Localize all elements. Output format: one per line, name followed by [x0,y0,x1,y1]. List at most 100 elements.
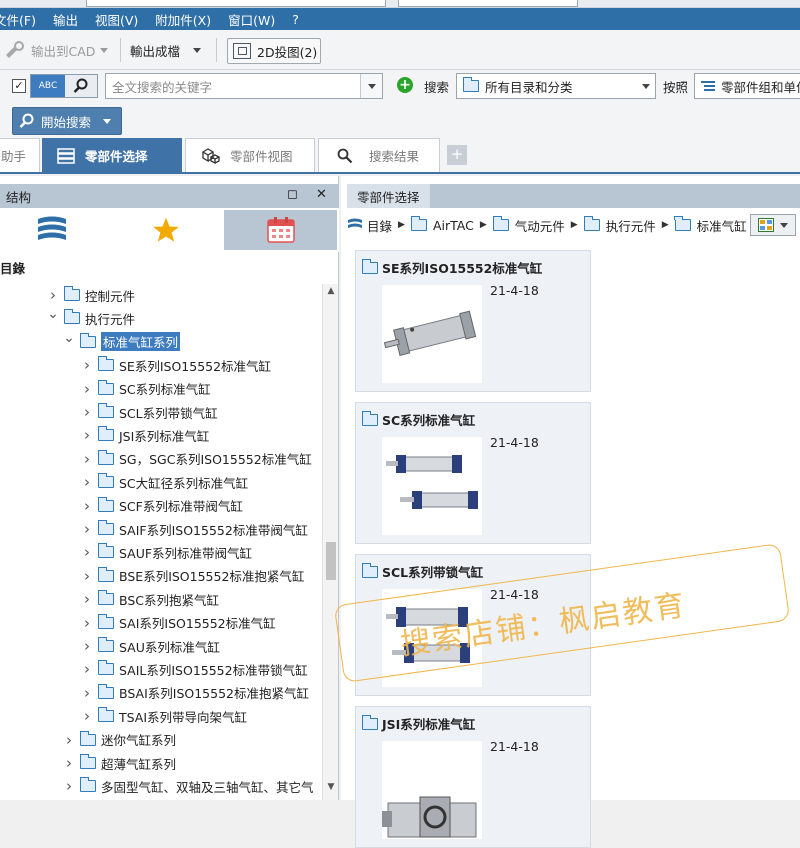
menu-output[interactable]: 输出 [45,10,87,29]
part-card[interactable]: SE系列ISO15552标准气缸 21-4-18 [355,250,591,392]
history-view-button[interactable] [224,210,337,250]
add-search-term-icon[interactable]: + [397,77,413,93]
breadcrumb-separator-icon: ▶ [570,220,578,230]
chevron-right-icon[interactable]: › [80,450,94,468]
tree-item[interactable]: › BSAI系列ISO15552标准抱紧气缸 [80,682,309,704]
chevron-right-icon[interactable]: › [80,497,94,515]
chevron-right-icon[interactable]: › [80,426,94,444]
tree-item[interactable]: › SC大缸径系列标准气缸 [80,471,248,493]
start-search-button[interactable]: 開始搜索 [12,107,122,135]
tree-item[interactable]: › SC系列标准气缸 [80,378,211,400]
chevron-right-icon[interactable]: › [80,380,94,398]
export-archive-button[interactable]: 輸出成檔 [130,39,202,61]
menu-help[interactable]: ? [284,12,308,27]
scroll-down-icon[interactable]: ▼ [323,782,339,798]
chevron-right-icon[interactable]: › [62,731,76,749]
tree-item[interactable]: › SAIF系列ISO15552标准带阀气缸 [80,518,308,540]
tree-item[interactable]: › JSI系列标准气缸 [80,424,209,446]
export-cad-button[interactable]: 输出到CAD [4,39,109,61]
search-input[interactable]: 全文搜索的关键字 [105,73,383,99]
chevron-right-icon[interactable]: › [80,473,94,491]
part-card[interactable]: SC系列标准气缸 21-4-18 [355,402,591,544]
chevron-right-icon[interactable]: › [46,286,60,304]
chevron-right-icon[interactable]: › [80,356,94,374]
chevron-right-icon[interactable]: › [80,614,94,632]
tree-item[interactable]: › SCL系列带锁气缸 [80,401,218,423]
view-mode-button[interactable] [750,214,796,236]
tree-item[interactable]: › SAI系列ISO15552标准气缸 [80,612,276,634]
tree-item[interactable]: ⌄ 标准气缸系列 [62,330,181,353]
folder-icon [462,77,479,92]
chevron-down-icon[interactable]: ⌄ [62,330,76,346]
search-mode-button[interactable] [65,75,97,97]
tree-item[interactable]: › SAUF系列标准带阀气缸 [80,541,252,563]
chevron-right-icon[interactable]: › [80,660,94,678]
tree-scrollbar[interactable]: ▲ ▼ [322,284,338,800]
chevron-right-icon[interactable]: › [80,567,94,585]
breadcrumb-item[interactable]: 目錄 ▶ [347,216,405,235]
tab-part-select[interactable]: 零部件选择 [42,138,182,172]
close-icon[interactable]: ✕ [316,187,327,202]
breadcrumb-item[interactable]: 执行元件 ▶ [582,216,669,235]
category-select[interactable]: 所有目录和分类 [456,73,656,99]
text-search-mode-button[interactable]: ABC [31,75,65,97]
chevron-right-icon[interactable]: › [62,777,76,795]
chevron-right-icon[interactable]: › [80,543,94,561]
tab-part-view-label: 零部件视图 [230,149,293,164]
tree-item[interactable]: › 控制元件 [46,284,135,306]
tab-search-results[interactable]: 搜索结果 [318,138,440,172]
menu-window[interactable]: 窗口(W) [220,10,284,29]
tree-item[interactable]: › BSC系列抱紧气缸 [80,588,219,610]
part-card[interactable]: SCL系列带锁气缸 21-4-18 [355,554,591,696]
breadcrumb-item[interactable]: AirTAC ▶ [409,216,487,233]
tree-item[interactable]: › 迷你气缸系列 [62,729,176,751]
tab-helper[interactable]: 助手 [0,138,40,172]
chevron-right-icon[interactable]: › [80,684,94,702]
tree-item[interactable]: › SAU系列标准气缸 [80,635,220,657]
part-card-title-row: SCL系列带锁气缸 [361,562,483,581]
window-tab-right[interactable] [398,0,578,7]
favorites-view-button[interactable] [134,210,198,250]
tree-item[interactable]: › 超薄气缸系列 [62,752,176,774]
chevron-right-icon[interactable]: › [62,754,76,772]
search-history-dropdown[interactable] [360,74,382,98]
menu-file[interactable]: 文件(F) [0,10,45,29]
category-dropdown-button[interactable] [637,74,655,98]
tree-item[interactable]: › 多固型气缸、双轴及三轴气缸、其它气 [62,775,314,797]
breadcrumb-item[interactable]: 气动元件 ▶ [491,216,578,235]
part-selection-tab[interactable]: 零部件选择 [347,184,430,208]
tree-item[interactable]: › TSAI系列带导向架气缸 [80,705,247,727]
chevron-down-icon[interactable]: ⌄ [46,306,60,322]
menu-addons[interactable]: 附加件(X) [147,10,220,29]
toolbar-divider [216,38,217,62]
tree-item[interactable]: › SCF系列标准带阀气缸 [80,495,243,517]
tree-item[interactable]: › SG，SGC系列ISO15552标准气缸 [80,448,312,470]
projection-2d-button[interactable]: 2D投图(2) [227,38,321,64]
chevron-right-icon[interactable]: › [80,590,94,608]
tree-item[interactable]: › BSE系列ISO15552标准抱紧气缸 [80,565,304,587]
tab-part-view[interactable]: 零部件视图 [185,138,315,172]
tree-item[interactable]: ⌄ 执行元件 [46,306,135,329]
search-icon [337,148,353,163]
folder-icon [674,216,691,231]
scroll-up-icon[interactable]: ▲ [323,286,339,302]
window-tab-left[interactable] [86,0,386,7]
add-tab-button[interactable]: + [447,145,467,165]
scrollbar-thumb[interactable] [326,542,336,580]
menu-view[interactable]: 视图(V) [87,10,147,29]
maximize-icon[interactable]: ◻ [287,187,298,202]
order-select[interactable]: 零部件组和单位 [694,73,800,99]
search-option-checkbox[interactable]: ✓ [12,79,26,93]
chevron-right-icon[interactable]: › [80,637,94,655]
tools-icon [6,41,24,58]
chevron-right-icon[interactable]: › [80,707,94,725]
breadcrumb-item[interactable]: 标准气缸▶ [673,216,760,235]
chevron-right-icon[interactable]: › [80,403,94,421]
chevron-right-icon[interactable]: › [80,520,94,538]
tree-item[interactable]: › SE系列ISO15552标准气缸 [80,354,271,376]
folder-icon [583,216,600,231]
catalog-view-button[interactable] [20,210,84,250]
part-card[interactable]: JSI系列标准气缸 21-4-18 [355,706,591,848]
tree-item[interactable]: › SAIL系列ISO15552标准带锁气缸 [80,658,308,680]
breadcrumb-separator-icon: ▶ [479,220,487,230]
